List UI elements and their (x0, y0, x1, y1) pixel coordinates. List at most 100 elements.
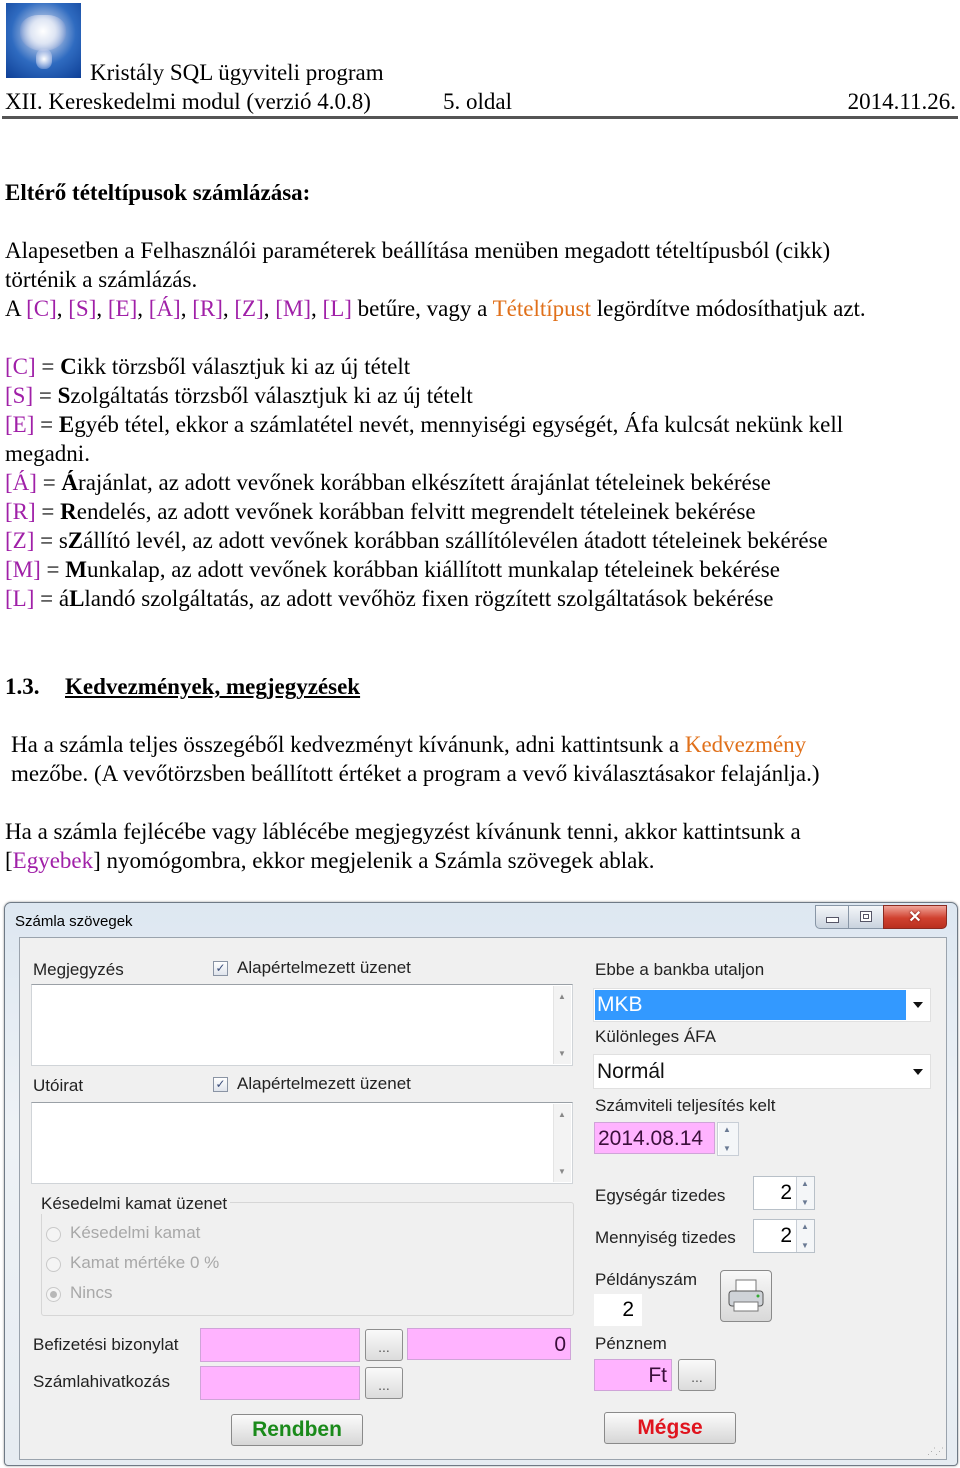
penznem-input[interactable]: Ft (594, 1359, 672, 1391)
paragraph-line: [Egyebek] nyomógombra, ekkor megjelenik … (5, 848, 655, 873)
minimize-button[interactable] (815, 905, 849, 929)
definition-item: [E] = Egyéb tétel, ekkor a számlatétel n… (5, 410, 843, 439)
scroll-up-icon[interactable]: ▲ (558, 1110, 566, 1119)
section-number: 1.3. (5, 674, 40, 699)
befizetesi-browse-button[interactable]: ... (365, 1329, 403, 1361)
definition-text: ikk törzsből választjuk ki az új tételt (76, 354, 411, 379)
radio-nincs[interactable] (46, 1287, 61, 1302)
egysegar-value: 2 (780, 1181, 792, 1204)
definition-text: endelés, az adott vevőnek korábban felvi… (76, 499, 756, 524)
scroll-down-icon[interactable]: ▼ (558, 1167, 566, 1176)
megjegyzes-default-checkbox[interactable]: ✓ (213, 961, 228, 976)
definition-eq: = á (34, 586, 70, 611)
paragraph-line: Alapesetben a Felhasználói paraméterek b… (5, 238, 831, 263)
scroll-down-icon[interactable]: ▼ (558, 1049, 566, 1058)
definition-eq: = (33, 383, 58, 408)
penznem-browse-button[interactable]: ... (678, 1359, 716, 1391)
peldanyszam-label: Példányszám (595, 1270, 698, 1289)
megjegyzes-textarea[interactable]: ▲ ▼ (31, 984, 573, 1066)
afa-selected-value: Normál (597, 1060, 665, 1083)
dialog-body: Megjegyzés ✓ Alapértelmezett üzenet ▲ ▼ U… (19, 937, 947, 1460)
definition-eq: = (40, 557, 66, 582)
radio-nincs-label: Nincs (70, 1283, 113, 1302)
maximize-button[interactable] (848, 905, 884, 929)
egysegar-spinner[interactable]: 2 ▲ ▼ (753, 1176, 815, 1210)
key-l: [L] (322, 296, 352, 321)
maximize-icon (860, 911, 872, 922)
crystal-logo-icon (6, 3, 81, 78)
megjegyzes-default-label: Alapértelmezett üzenet (237, 958, 411, 977)
definition-eq: = (35, 354, 61, 379)
teljesites-date-spinner[interactable]: ▲ ▼ (717, 1122, 739, 1156)
header-divider (2, 116, 958, 119)
utoirat-default-label: Alapértelmezett üzenet (237, 1074, 411, 1093)
chevron-down-icon[interactable] (913, 1068, 923, 1075)
resize-grip-icon[interactable]: ⋰⋰ (927, 1446, 944, 1457)
befizetesi-input[interactable] (200, 1328, 360, 1362)
mennyiseg-label: Mennyiség tizedes (595, 1228, 736, 1247)
megjegyzes-scrollbar[interactable]: ▲ ▼ (553, 986, 571, 1064)
definition-bold-letter: E (58, 412, 75, 437)
paragraph-line: Ha a számla fejlécébe vagy láblécébe meg… (5, 819, 801, 844)
befizetesi-amount-input[interactable]: 0 (407, 1328, 571, 1360)
peldanyszam-input[interactable]: 2 (594, 1294, 642, 1326)
cancel-button[interactable]: Mégse (604, 1412, 736, 1444)
key-r: [R] (192, 296, 223, 321)
section-heading: Eltérő tételtípusok számlázása: (5, 180, 311, 205)
definition-item: [M] = Munkalap, az adott vevőnek korábba… (5, 555, 780, 584)
mennyiseg-spinner[interactable]: 2 ▲ ▼ (753, 1219, 815, 1253)
spin-down-icon[interactable]: ▼ (801, 1241, 809, 1250)
spin-down-icon[interactable]: ▼ (723, 1144, 731, 1153)
afa-select[interactable]: Normál (593, 1054, 931, 1089)
spin-down-icon[interactable]: ▼ (801, 1198, 809, 1207)
scroll-up-icon[interactable]: ▲ (558, 992, 566, 1001)
definition-item: [S] = Szolgáltatás törzsből választjuk k… (5, 381, 473, 410)
definition-bold-letter: R (60, 499, 77, 524)
befizetesi-label: Befizetési bizonylat (33, 1335, 179, 1354)
definition-key: [Á] (5, 470, 37, 495)
mennyiseg-value: 2 (780, 1224, 792, 1247)
utoirat-scrollbar[interactable]: ▲ ▼ (553, 1104, 571, 1182)
megjegyzes-label: Megjegyzés (33, 960, 124, 979)
definition-key: [R] (5, 499, 36, 524)
ok-button[interactable]: Rendben (231, 1414, 363, 1446)
utoirat-textarea[interactable]: ▲ ▼ (31, 1102, 573, 1184)
spin-up-icon[interactable]: ▲ (723, 1125, 731, 1134)
definition-text: rajánlat, az adott vevőnek korábban elké… (78, 470, 771, 495)
definition-key: [E] (5, 412, 35, 437)
definition-bold-letter: Á (61, 470, 79, 495)
program-name: Kristály SQL ügyviteli program (90, 60, 384, 85)
paragraph-line: mezőbe. (A vevőtörzsben beállított érték… (11, 761, 820, 786)
utoirat-label: Utóirat (33, 1076, 84, 1095)
bank-select[interactable]: MKB (593, 988, 931, 1022)
print-button[interactable] (720, 1270, 772, 1322)
utoirat-default-checkbox[interactable]: ✓ (213, 1077, 228, 1092)
bank-label: Ebbe a bankba utaljon (595, 960, 765, 979)
teljesites-date-input[interactable]: 2014.08.14 (594, 1122, 715, 1154)
szamlahivatkozas-input[interactable] (200, 1366, 360, 1400)
radio-kesedelmi-kamat[interactable] (46, 1227, 61, 1242)
szamlahivatkozas-browse-button[interactable]: ... (365, 1367, 403, 1399)
definition-key: [S] (5, 383, 34, 408)
penznem-label: Pénznem (595, 1334, 667, 1353)
radio-kamat-merteke[interactable] (46, 1257, 61, 1272)
spin-up-icon[interactable]: ▲ (801, 1222, 809, 1231)
close-icon: ✕ (908, 909, 922, 926)
minimize-icon (826, 917, 839, 923)
definition-key: [L] (5, 586, 35, 611)
definition-bold-letter: C (60, 354, 77, 379)
szamla-szovegek-window: Számla szövegek ✕ Megjegyzés ✓ Alapértel… (4, 902, 958, 1466)
paragraph-line: Ha a számla teljes összegéből kedvezmény… (11, 732, 807, 757)
definition-text: zolgáltatás törzsből választjuk ki az új… (70, 383, 473, 408)
printer-icon (728, 1279, 764, 1312)
radio-kesedelmi-kamat-label: Késedelmi kamat (70, 1223, 201, 1242)
spin-up-icon[interactable]: ▲ (801, 1179, 809, 1188)
late-interest-group-title: Késedelmi kamat üzenet (41, 1194, 231, 1214)
definition-text: állító levél, az adott vevőnek korábban … (83, 528, 828, 553)
egyebek-link: Egyebek (12, 848, 94, 873)
definition-text: landó szolgáltatás, az adott vevőhöz fix… (84, 586, 774, 611)
chevron-down-icon[interactable] (913, 1002, 923, 1008)
close-button[interactable]: ✕ (883, 905, 947, 929)
radio-kamat-merteke-label: Kamat mértéke 0 % (70, 1253, 220, 1272)
section-title: Kedvezmények, megjegyzések (65, 674, 361, 699)
